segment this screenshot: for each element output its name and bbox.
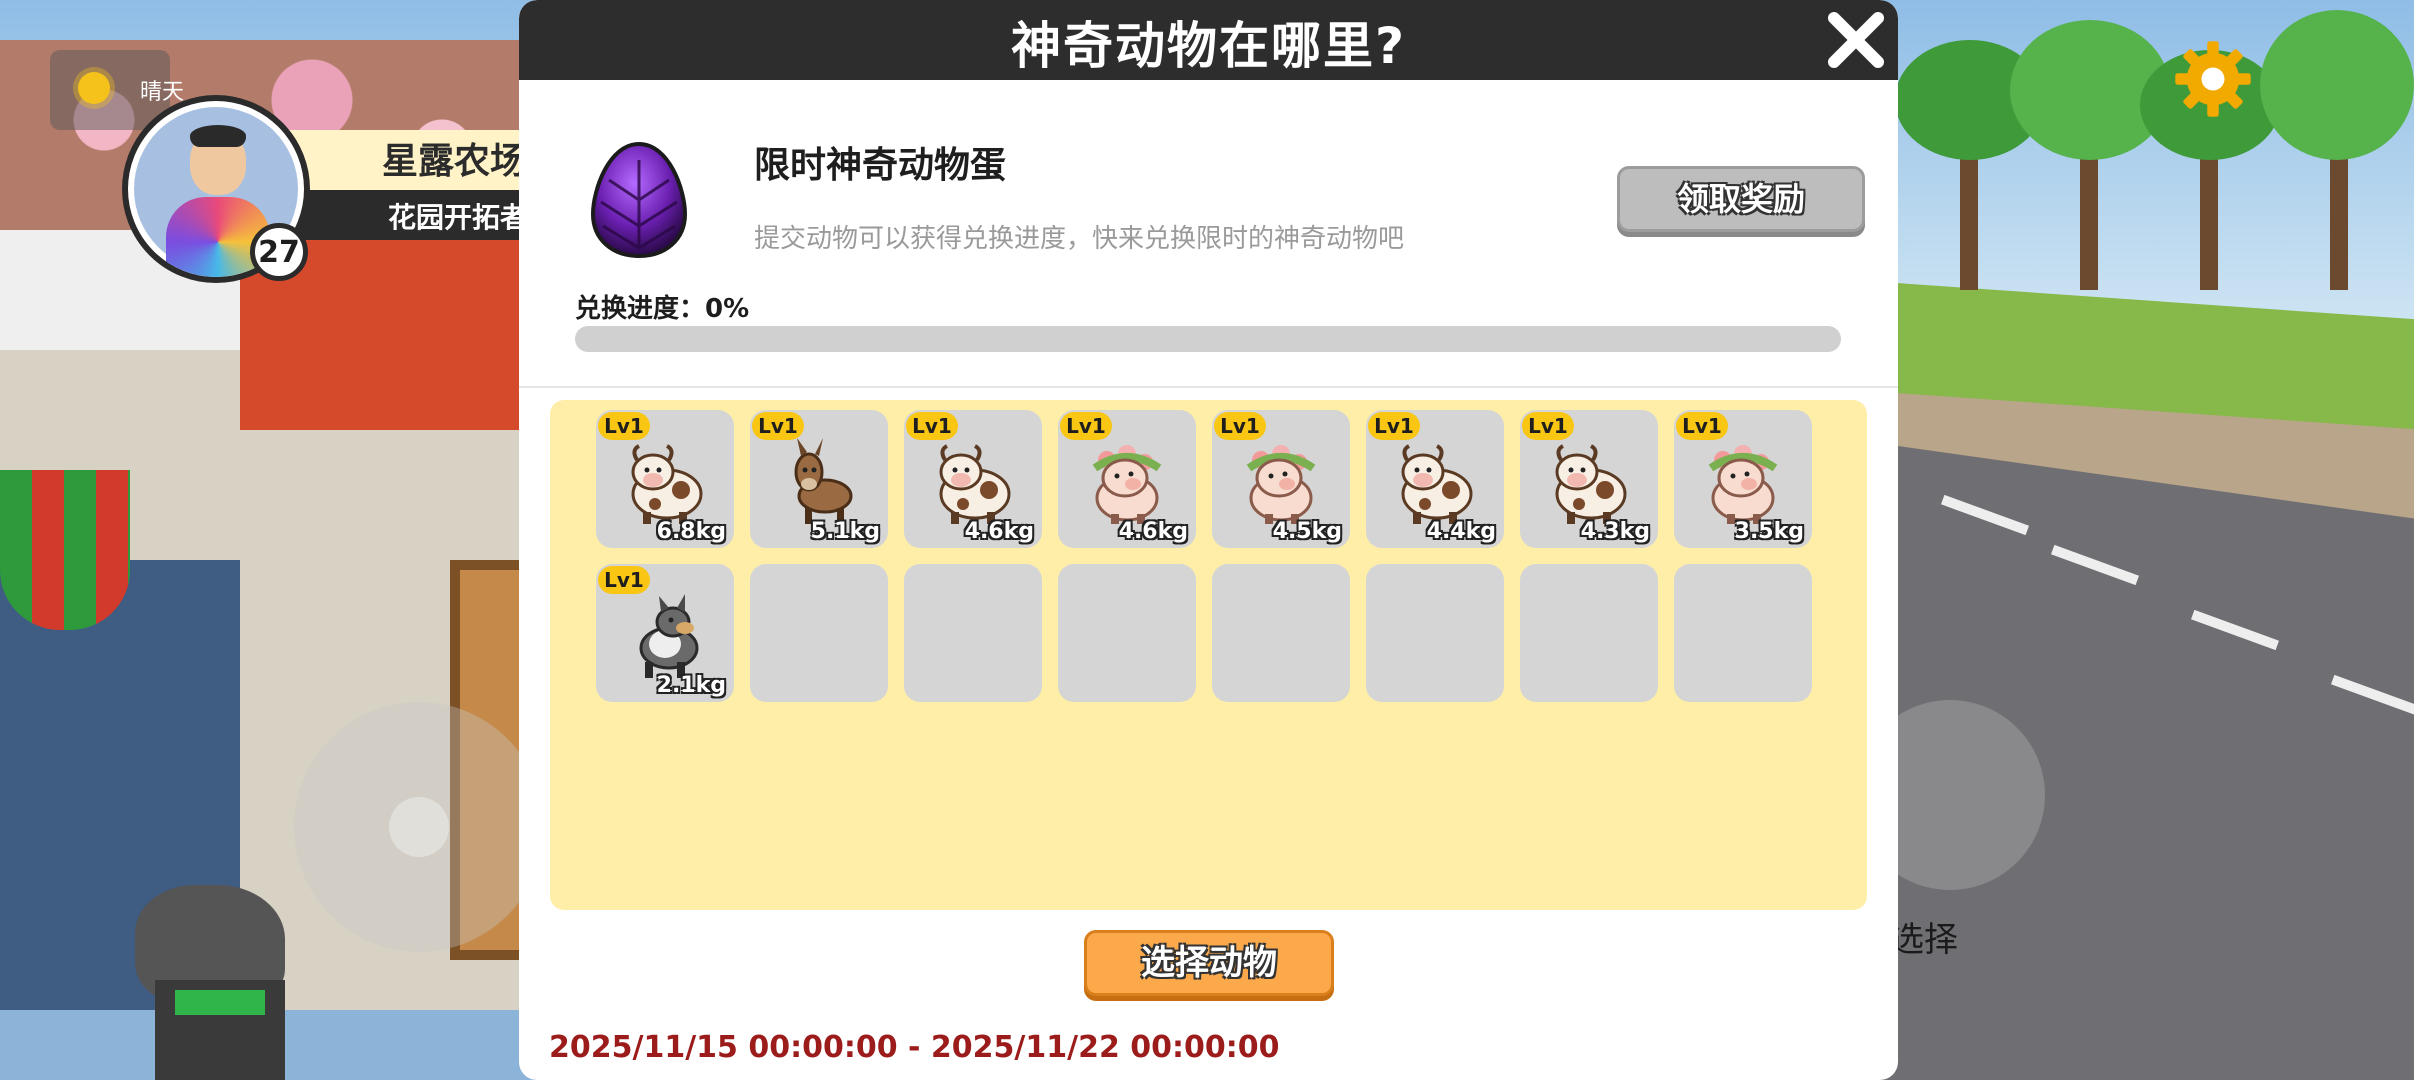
farm-name: 星露农场 xyxy=(382,141,527,182)
animal-grid: Lv1 6.8kg Lv1 5.1kg Lv1 4.6kg Lv1 4.6kg Lv1 4.5kg… xyxy=(550,400,1867,910)
tree xyxy=(2260,10,2414,160)
magic-animal-modal: 神奇动物在哪里? 限时神奇动物蛋 提交动物可以获得兑换进度，快来兑换限时的神奇动… xyxy=(519,0,1898,1080)
empty-slot[interactable] xyxy=(1058,564,1196,702)
animal-slot-cow[interactable]: Lv1 6.8kg xyxy=(596,410,734,548)
animal-slot-wolf[interactable]: Lv1 2.1kg xyxy=(596,564,734,702)
select-animal-button[interactable]: 选择动物 xyxy=(1084,930,1334,996)
animal-slot-cow[interactable]: Lv1 4.4kg xyxy=(1366,410,1504,548)
divider xyxy=(519,386,1898,388)
empty-slot[interactable] xyxy=(1520,564,1658,702)
joystick-knob[interactable] xyxy=(389,797,449,857)
level-badge: Lv1 xyxy=(598,566,650,594)
animal-weight: 6.8kg xyxy=(656,519,726,544)
player-level-badge: 27 xyxy=(250,223,308,281)
level-badge: Lv1 xyxy=(1368,412,1420,440)
animal-slot-pig[interactable]: Lv1 4.6kg xyxy=(1058,410,1196,548)
modal-header: 神奇动物在哪里? xyxy=(519,0,1898,80)
close-icon[interactable] xyxy=(1824,8,1888,72)
level-badge: Lv1 xyxy=(906,412,958,440)
animal-slot-pig[interactable]: Lv1 4.5kg xyxy=(1212,410,1350,548)
level-badge: Lv1 xyxy=(752,412,804,440)
gear-icon[interactable] xyxy=(2172,38,2254,120)
tree-trunk xyxy=(2080,140,2098,290)
empty-slot[interactable] xyxy=(1212,564,1350,702)
sun-icon xyxy=(78,72,110,104)
event-time-range: 2025/11/15 00:00:00 - 2025/11/22 00:00:0… xyxy=(549,1030,1280,1065)
animal-slot-cow[interactable]: Lv1 4.3kg xyxy=(1520,410,1658,548)
empty-slot[interactable] xyxy=(750,564,888,702)
level-badge: Lv1 xyxy=(1214,412,1266,440)
animal-weight: 2.1kg xyxy=(656,673,726,698)
farm-subtitle: 花园开拓者 xyxy=(388,201,529,234)
level-badge: Lv1 xyxy=(1060,412,1112,440)
empty-slot[interactable] xyxy=(1366,564,1504,702)
modal-title: 神奇动物在哪里? xyxy=(1010,17,1406,75)
level-badge: Lv1 xyxy=(598,412,650,440)
level-badge: Lv1 xyxy=(1676,412,1728,440)
animal-weight: 4.5kg xyxy=(1272,519,1342,544)
progress-label: 兑换进度：0% xyxy=(575,294,750,324)
exchange-progress-bar xyxy=(575,326,1841,352)
level-badge: Lv1 xyxy=(1522,412,1574,440)
awning xyxy=(0,470,130,630)
weather-label: 晴天 xyxy=(140,80,185,105)
animal-weight: 4.6kg xyxy=(1118,519,1188,544)
animal-weight: 5.1kg xyxy=(810,519,880,544)
empty-slot[interactable] xyxy=(904,564,1042,702)
action-label: 选择 xyxy=(1890,920,1958,960)
animal-weight: 3.5kg xyxy=(1734,519,1804,544)
animal-weight: 4.4kg xyxy=(1426,519,1496,544)
animal-slot-pig[interactable]: Lv1 3.5kg xyxy=(1674,410,1812,548)
reward-title: 限时神奇动物蛋 xyxy=(754,145,1007,186)
magic-egg-icon xyxy=(590,141,688,259)
empty-slot[interactable] xyxy=(1674,564,1812,702)
reward-description: 提交动物可以获得兑换进度，快来兑换限时的神奇动物吧 xyxy=(754,224,1405,254)
claim-reward-button[interactable]: 领取奖励 xyxy=(1617,166,1865,232)
animal-weight: 4.6kg xyxy=(964,519,1034,544)
animal-slot-cow[interactable]: Lv1 4.6kg xyxy=(904,410,1042,548)
animal-slot-donkey[interactable]: Lv1 5.1kg xyxy=(750,410,888,548)
movement-joystick[interactable] xyxy=(294,702,544,952)
chest xyxy=(155,980,285,1080)
animal-weight: 4.3kg xyxy=(1580,519,1650,544)
